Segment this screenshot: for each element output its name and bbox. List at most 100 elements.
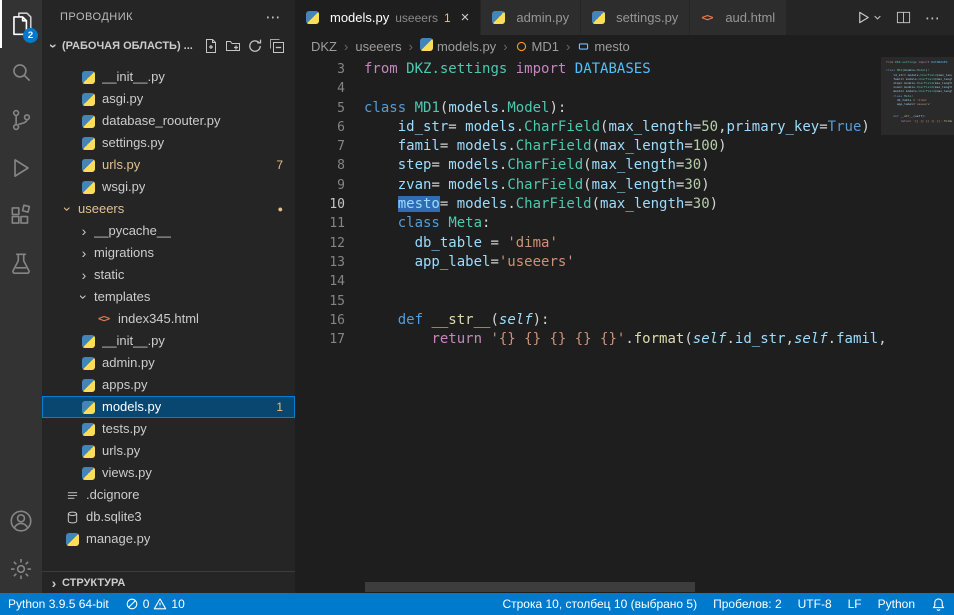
code-line[interactable]: 11 class Meta: [295,214,888,233]
file-icon-cell [82,115,100,128]
tab-settings.py[interactable]: settings.py [581,0,690,35]
activity-item-explorer[interactable]: 2 [0,0,42,48]
modified-dot-icon: ● [278,198,295,220]
code-line[interactable]: 8 step= models.CharField(max_length=30) [295,156,888,175]
chevron-down-icon [873,13,882,22]
tree-item-label: apps.py [102,374,148,396]
tab-aud.html[interactable]: <>aud.html [690,0,787,35]
tree-item-database_roouter.py[interactable]: database_roouter.py [42,110,295,132]
line-number: 14 [295,272,364,291]
tree-item-urls.py[interactable]: urls.py [42,440,295,462]
tree-item-__pycache__[interactable]: ›__pycache__ [42,220,295,242]
breadcrumb-item-mesto[interactable]: mesto [577,39,629,54]
language-mode[interactable]: Python [870,593,923,615]
tree-item-apps.py[interactable]: apps.py [42,374,295,396]
code-line[interactable]: 16 def __str__(self): [295,311,888,330]
tree-item-templates[interactable]: ›templates [42,286,295,308]
workspace-section-header[interactable]: › (РАБОЧАЯ ОБЛАСТЬ) ... [42,35,295,57]
minimap[interactable]: from DKZ.settings import DATABASESclass … [881,57,954,581]
new-folder-icon[interactable] [225,38,241,54]
tree-item-asgi.py[interactable]: asgi.py [42,88,295,110]
activity-item-settings[interactable] [0,545,42,593]
new-file-icon[interactable] [203,38,219,54]
notifications-bell[interactable] [923,593,954,615]
code-line[interactable]: 12 db_table = 'dima' [295,234,888,253]
line-number: 15 [295,292,364,311]
warning-count: 10 [171,597,184,611]
error-count: 0 [143,597,150,611]
activity-item-extensions[interactable] [0,192,42,240]
html-file-icon: <> [701,11,712,24]
split-editor-button[interactable] [896,10,911,25]
tree-item-__init__.py[interactable]: __init__.py [42,330,295,352]
activity-item-account[interactable] [0,497,42,545]
eol-status[interactable]: LF [840,593,870,615]
file-icon-cell [82,423,100,436]
horizontal-scrollbar[interactable] [365,582,695,592]
line-number: 3 [295,60,364,79]
tree-item-models.py[interactable]: models.py1 [42,396,295,418]
breadcrumb-item-DKZ[interactable]: DKZ [311,39,337,54]
status-left: Python 3.9.5 64-bit 0 10 [0,593,193,615]
cursor-position[interactable]: Строка 10, столбец 10 (выбрано 5) [494,593,705,615]
code-line[interactable]: 6 id_str= models.CharField(max_length=50… [295,118,888,137]
line-number: 11 [295,214,364,233]
run-button[interactable] [856,10,882,25]
tree-item-useeers[interactable]: ›useeers● [42,198,295,220]
activity-item-testing[interactable] [0,240,42,288]
tree-item-.dcignore[interactable]: .dcignore [42,484,295,506]
activity-item-source-control[interactable] [0,96,42,144]
activity-item-run-debug[interactable] [0,144,42,192]
tree-item-wsgi.py[interactable]: wsgi.py [42,176,295,198]
tab-admin.py[interactable]: admin.py [481,0,581,35]
tree-badge: 1 [276,396,295,418]
more-button[interactable]: ⋯ [925,9,940,27]
refresh-icon[interactable] [247,38,263,54]
workspace-label: (РАБОЧАЯ ОБЛАСТЬ) ... [62,40,193,52]
encoding-status[interactable]: UTF-8 [790,593,840,615]
line-text: def __str__(self): [364,311,549,330]
chevron-right-icon: › [76,264,92,286]
tree-item-migrations[interactable]: ›migrations [42,242,295,264]
tree-item-tests.py[interactable]: tests.py [42,418,295,440]
outline-section-header[interactable]: › СТРУКТУРА [42,571,295,593]
tree-item-views.py[interactable]: views.py [42,462,295,484]
tree-item-__init__.py[interactable]: __init__.py [42,66,295,88]
tree-item-settings.py[interactable]: settings.py [42,132,295,154]
file-icon-cell [82,379,100,392]
problems-status[interactable]: 0 10 [117,593,193,615]
code-line[interactable]: 5class MD1(models.Model): [295,99,888,118]
code-line[interactable]: 17 return '{} {} {} {} {}'.format(self.i… [295,330,888,349]
breadcrumb: DKZ›useeers›models.py›MD1›mesto [295,35,954,57]
indentation-status[interactable]: Пробелов: 2 [705,593,790,615]
tree-item-label: database_roouter.py [102,110,221,132]
tree-item-urls.py[interactable]: urls.py7 [42,154,295,176]
tree-item-index345.html[interactable]: <>index345.html [42,308,295,330]
split-editor-icon [896,10,911,25]
code-line[interactable]: 13 app_label='useeers' [295,253,888,272]
code-line[interactable]: 4 [295,79,888,98]
tree-item-static[interactable]: ›static [42,264,295,286]
line-text: id_str= models.CharField(max_length=50,p… [364,118,870,137]
tab-models.py[interactable]: models.pyuseeers1× [295,0,481,35]
minimap-slider[interactable] [881,57,954,135]
code-line[interactable]: 9 zvan= models.CharField(max_length=30) [295,176,888,195]
collapse-all-icon[interactable] [269,38,285,54]
breadcrumb-item-MD1[interactable]: MD1 [515,39,559,54]
tree-item-admin.py[interactable]: admin.py [42,352,295,374]
code-line[interactable]: 10 mesto= models.CharField(max_length=30… [295,195,888,214]
python-interpreter[interactable]: Python 3.9.5 64-bit [0,593,117,615]
close-icon[interactable]: × [461,10,470,25]
tree-item-manage.py[interactable]: manage.py [42,528,295,550]
breadcrumb-item-models.py[interactable]: models.py [420,38,496,54]
code-line[interactable]: 14 [295,272,888,291]
py-file-icon [592,11,605,24]
code-line[interactable]: 15 [295,292,888,311]
activity-item-search[interactable] [0,48,42,96]
code-line[interactable]: 7 famil= models.CharField(max_length=100… [295,137,888,156]
more-actions-icon[interactable]: ⋯ [266,0,282,35]
breadcrumb-item-useeers[interactable]: useeers [355,39,401,54]
tree-item-db.sqlite3[interactable]: db.sqlite3 [42,506,295,528]
code-line[interactable]: 3from DKZ.settings import DATABASES [295,60,888,79]
code-area[interactable]: 3from DKZ.settings import DATABASES45cla… [295,57,888,581]
